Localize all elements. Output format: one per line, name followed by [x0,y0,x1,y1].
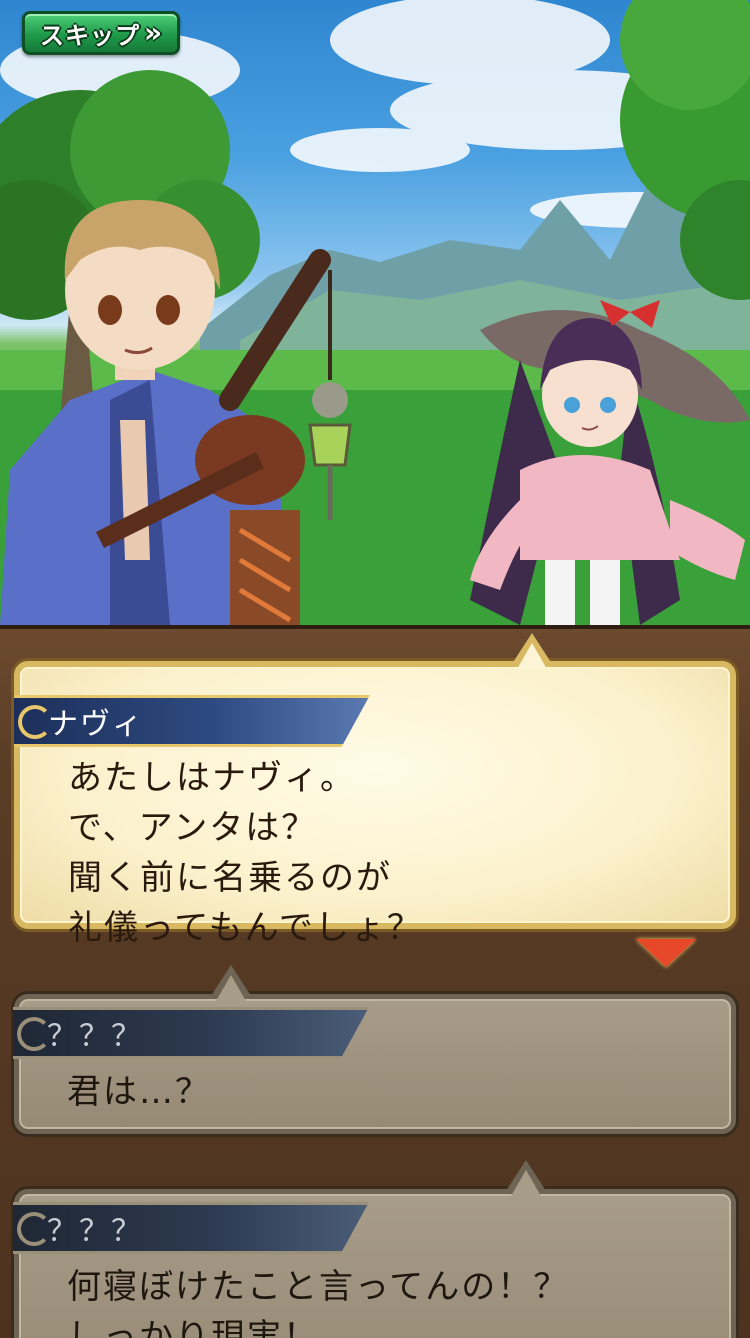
dialogue-bubble-past: ？？？ 何寝ぼけたこと言ってんの！？ しっかり現実！ [13,1160,736,1338]
speaker-name: ？？？ [47,1019,143,1054]
speaker-name: ナヴィ [48,707,144,742]
skip-button[interactable]: スキップ » [22,11,180,55]
double-chevron-right-icon: » [143,16,163,49]
speaker-nameplate: ナヴィ [14,695,370,747]
nameplate-ornament-icon [18,705,52,739]
nameplate-ornament-icon [17,1212,51,1246]
background-art [0,0,750,625]
speaker-nameplate: ？？？ [13,1202,369,1254]
dialogue-text: 君は…？ [67,1072,211,1112]
dialogue-log[interactable]: ナヴィ あたしはナヴィ。 で、アンタは？ 聞く前に名乗るのが 礼儀ってもんでしょ… [0,625,750,1338]
nameplate-ornament-icon [17,1017,51,1051]
dialogue-text: あたしはナヴィ。 で、アンタは？ 聞く前に名乗るのが 礼儀ってもんでしょ？ [68,758,423,948]
dialogue-text: 何寝ぼけたこと言ってんの！？ しっかり現実！ [67,1267,570,1338]
speaker-nameplate: ？？？ [13,1007,369,1059]
dialogue-bubble-current[interactable]: ナヴィ あたしはナヴィ。 で、アンタは？ 聞く前に名乗るのが 礼儀ってもんでしょ… [14,633,736,948]
dialogue-bubble-past: ？？？ 君は…？ [13,965,736,1134]
speaker-name: ？？？ [47,1214,143,1249]
next-arrow-icon[interactable] [636,939,696,967]
skip-button-label: スキップ [39,21,140,50]
story-scene: スキップ » [0,0,750,625]
